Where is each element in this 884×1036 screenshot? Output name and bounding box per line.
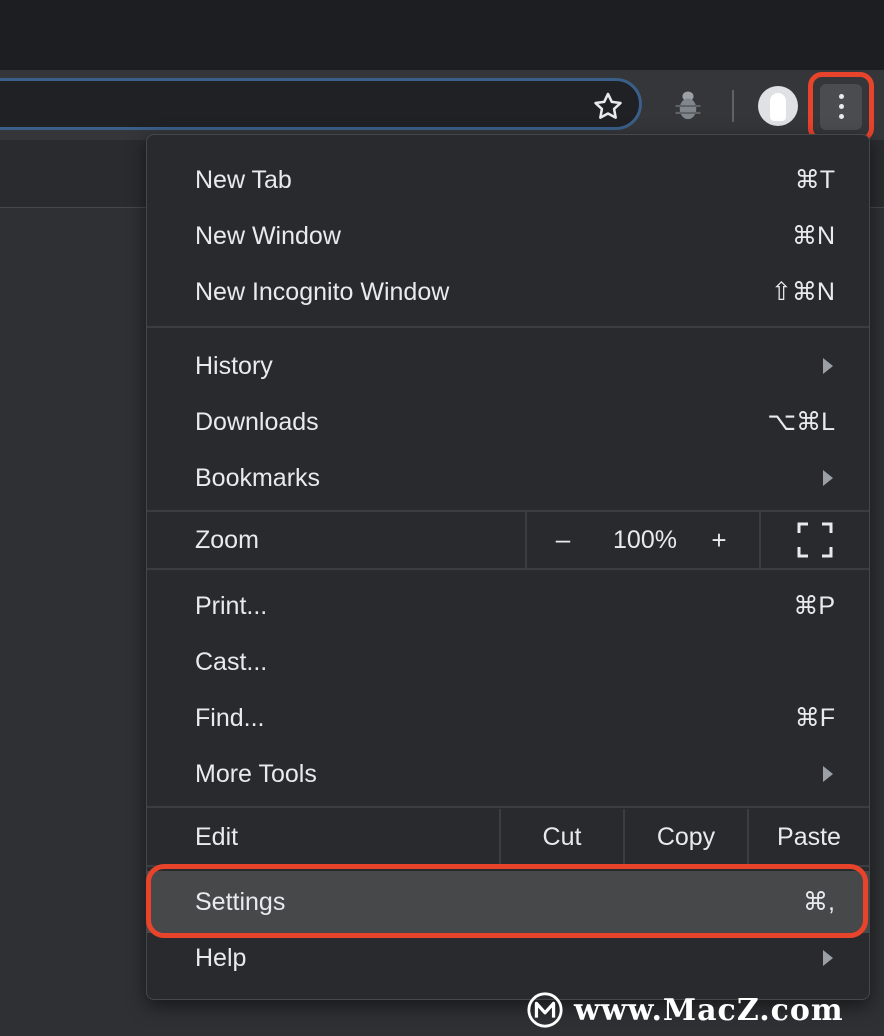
watermark: www.MacZ.com	[526, 988, 876, 1032]
menu-item-label: New Window	[195, 221, 341, 250]
menu-item-shortcut: ⌥⌘L	[767, 408, 835, 436]
edit-row: Edit Cut Copy Paste	[147, 809, 869, 865]
menu-item-label: Bookmarks	[195, 463, 321, 492]
menu-item-new-incognito-window[interactable]: New Incognito Window ⇧⌘N	[147, 264, 869, 320]
menu-item-label: Find...	[195, 703, 265, 732]
menu-item-shortcut: ⌘T	[794, 166, 835, 194]
bookmark-star-icon[interactable]	[591, 90, 625, 124]
paste-button[interactable]: Paste	[749, 809, 869, 865]
menu-item-shortcut: ⌘F	[794, 704, 835, 732]
menu-button-highlight	[808, 72, 874, 142]
menu-item-bookmarks[interactable]: Bookmarks	[147, 450, 869, 506]
menu-item-print[interactable]: Print... ⌘P	[147, 578, 869, 634]
menu-item-cast[interactable]: Cast...	[147, 634, 869, 690]
menu-item-label: Cast...	[195, 647, 268, 676]
settings-highlight	[146, 864, 868, 938]
submenu-arrow-icon	[823, 470, 833, 486]
zoom-out-button[interactable]: –	[547, 512, 579, 568]
menu-item-more-tools[interactable]: More Tools	[147, 746, 869, 802]
zoom-divider	[759, 512, 761, 568]
macz-logo-icon	[527, 992, 563, 1028]
toolbar-divider	[732, 90, 734, 122]
title-bar	[0, 0, 884, 70]
zoom-in-button[interactable]: +	[703, 512, 735, 568]
toolbar	[0, 70, 884, 140]
menu-item-downloads[interactable]: Downloads ⌥⌘L	[147, 394, 869, 450]
menu-separator	[147, 326, 869, 328]
extension-bug-icon[interactable]	[671, 88, 705, 124]
menu-item-label: Help	[195, 943, 247, 972]
menu-item-shortcut: ⇧⌘N	[770, 278, 835, 306]
fullscreen-icon[interactable]	[797, 522, 833, 558]
menu-item-shortcut: ⌘P	[793, 592, 835, 620]
avatar-silhouette-icon	[770, 93, 786, 121]
menu-item-label: More Tools	[195, 759, 317, 788]
menu-item-new-window[interactable]: New Window ⌘N	[147, 208, 869, 264]
menu-item-new-tab[interactable]: New Tab ⌘T	[147, 152, 869, 208]
menu-item-label: Downloads	[195, 407, 319, 436]
submenu-arrow-icon	[823, 950, 833, 966]
menu-item-history[interactable]: History	[147, 338, 869, 394]
zoom-level: 100%	[613, 526, 677, 554]
profile-avatar[interactable]	[758, 86, 798, 126]
menu-item-find[interactable]: Find... ⌘F	[147, 690, 869, 746]
menu-separator	[147, 568, 869, 570]
menu-item-label: Print...	[195, 591, 268, 620]
menu-item-label: New Incognito Window	[195, 277, 450, 306]
zoom-label: Zoom	[195, 526, 259, 554]
menu-item-label: History	[195, 351, 273, 380]
submenu-arrow-icon	[823, 358, 833, 374]
menu-separator	[147, 806, 869, 808]
edit-label: Edit	[195, 823, 239, 851]
submenu-arrow-icon	[823, 766, 833, 782]
menu-item-help[interactable]: Help	[147, 930, 869, 986]
menu-item-shortcut: ⌘N	[791, 222, 835, 250]
copy-button[interactable]: Copy	[625, 809, 747, 865]
address-bar[interactable]	[0, 78, 642, 130]
cut-button[interactable]: Cut	[501, 809, 623, 865]
watermark-text: www.MacZ.com	[574, 992, 844, 1028]
zoom-divider	[525, 512, 527, 568]
menu-item-label: New Tab	[195, 165, 292, 194]
zoom-row: Zoom – 100% +	[147, 512, 869, 568]
